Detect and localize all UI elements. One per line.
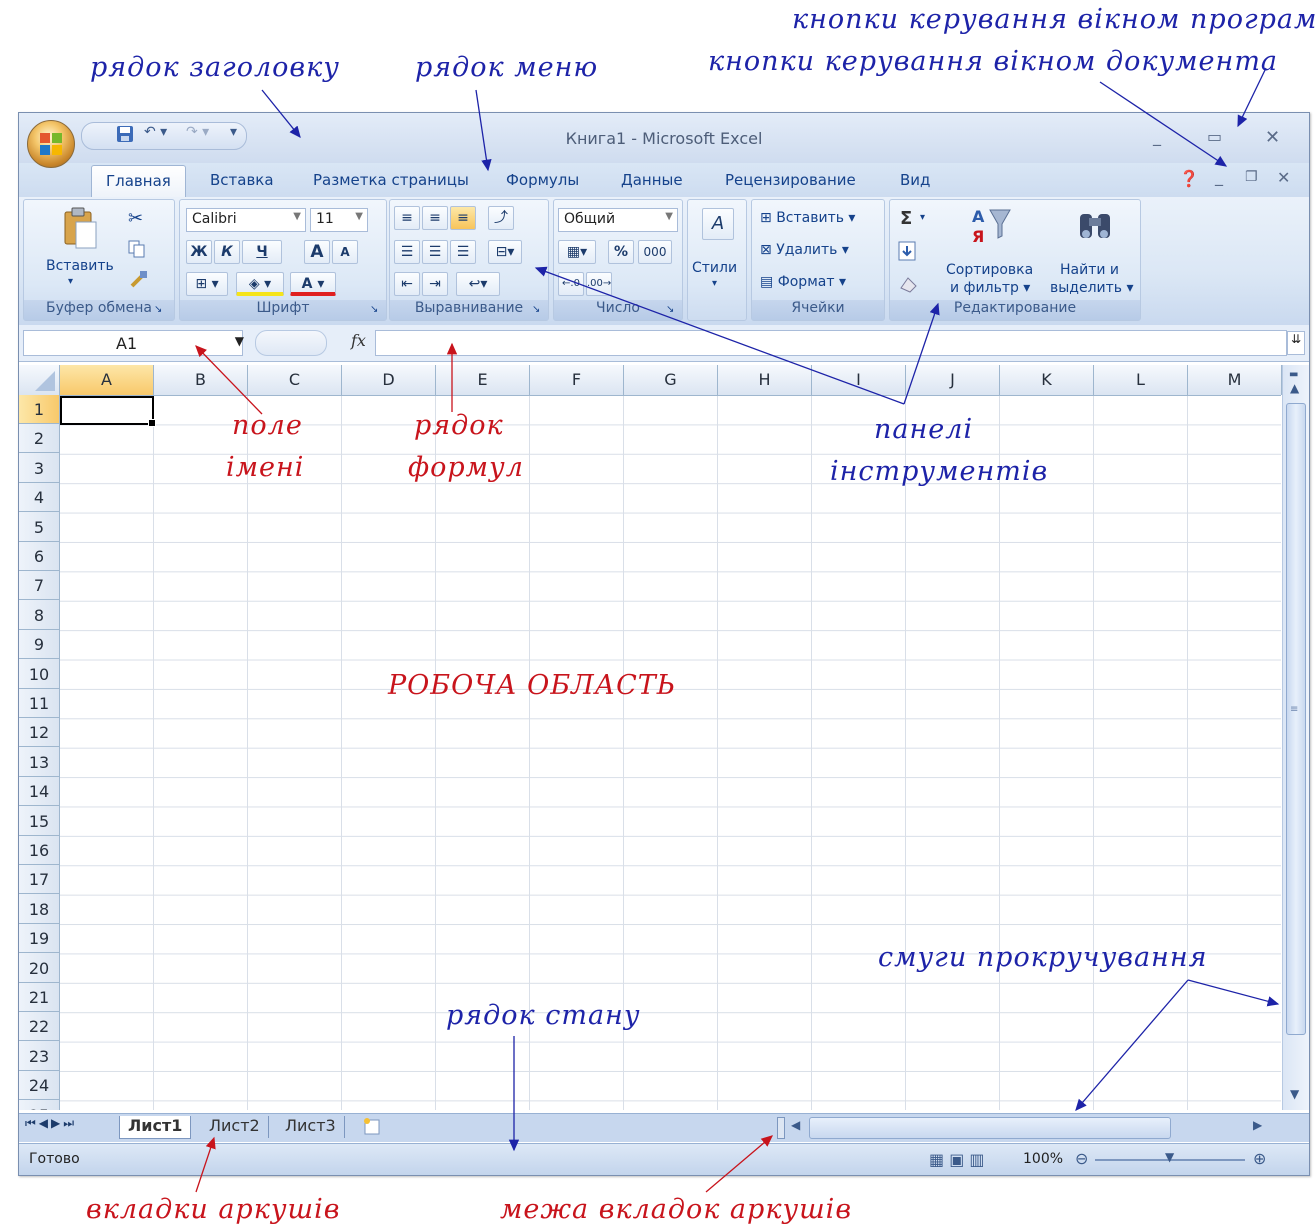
arrow-tabs-border bbox=[705, 1135, 773, 1193]
arrow-hscroll bbox=[1075, 979, 1189, 1111]
office-logo-icon bbox=[40, 133, 62, 155]
annotation-arrows bbox=[195, 67, 1280, 1193]
arrow-toolbars-2 bbox=[903, 302, 940, 405]
arrow-sheet-tabs bbox=[195, 1136, 216, 1193]
arrow-doc-buttons bbox=[1099, 81, 1228, 167]
arrow-app-buttons bbox=[1237, 67, 1267, 128]
arrow-title-row bbox=[261, 89, 301, 139]
arrow-toolbars-1 bbox=[534, 266, 905, 405]
arrow-vscroll bbox=[1187, 979, 1280, 1007]
office-button[interactable] bbox=[27, 120, 75, 168]
arrow-menu-row bbox=[475, 89, 492, 172]
arrow-name-box bbox=[195, 345, 263, 415]
